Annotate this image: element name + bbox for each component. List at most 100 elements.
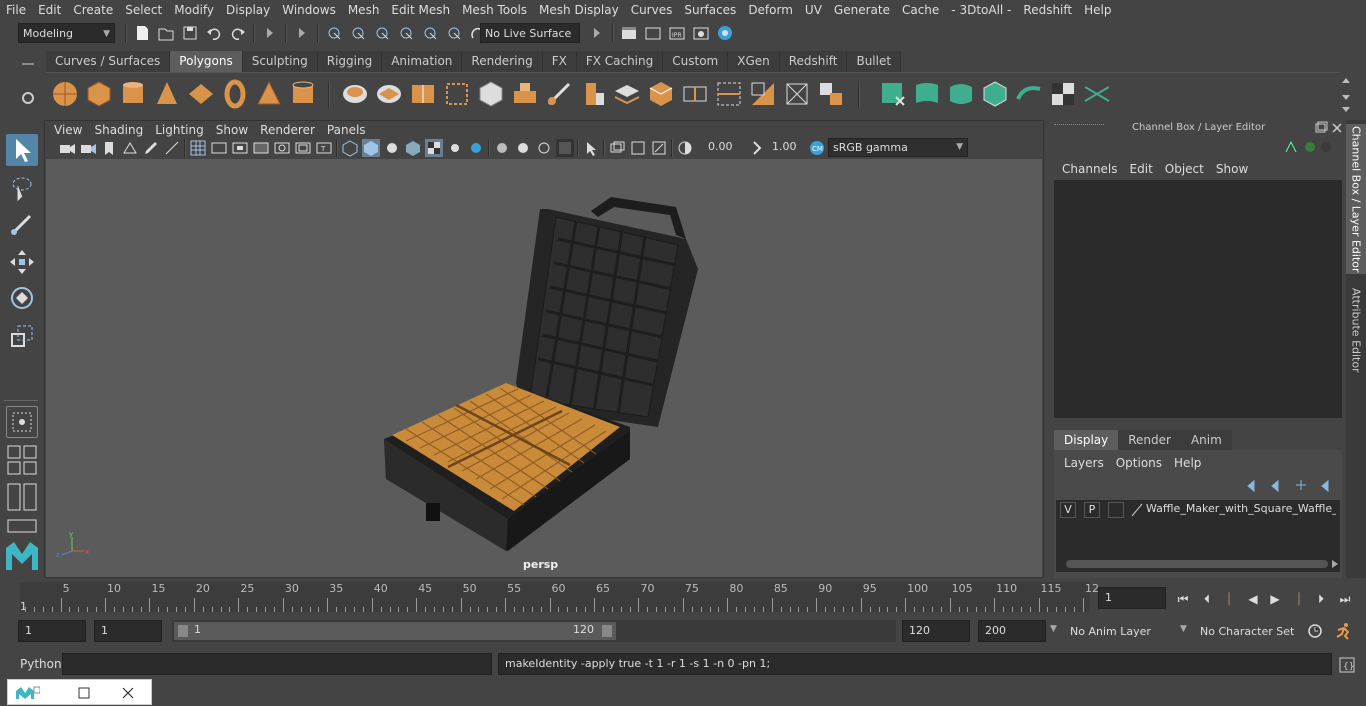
poly-cylinder-icon[interactable] <box>118 79 148 109</box>
snap-view-icon[interactable] <box>397 24 415 42</box>
snap-surface-icon[interactable] <box>421 24 439 42</box>
layout-two-icon[interactable] <box>6 482 38 512</box>
viewport-menu-renderer[interactable]: Renderer <box>254 123 321 137</box>
chevron-down-icon[interactable]: ▼ <box>1180 624 1187 634</box>
gamma-icon[interactable] <box>748 139 766 157</box>
collapse-arrow-icon[interactable] <box>293 24 311 42</box>
undo-icon[interactable] <box>205 24 223 42</box>
open-scene-icon[interactable] <box>157 24 175 42</box>
bridge-icon[interactable] <box>510 79 540 109</box>
tab-sculpting[interactable]: Sculpting <box>242 51 318 72</box>
tab-channel-box[interactable]: Channel Box / Layer Editor <box>1346 124 1366 274</box>
quad-draw-icon[interactable] <box>816 79 846 109</box>
help-menu[interactable]: Help <box>1168 456 1207 470</box>
snap-point-icon[interactable] <box>373 24 391 42</box>
channels-menu[interactable]: Channels <box>1056 162 1124 176</box>
go-to-end-button[interactable]: ⏭ <box>1336 590 1354 608</box>
tab-animation[interactable]: Animation <box>382 51 463 72</box>
menu-surfaces[interactable]: Surfaces <box>678 3 742 17</box>
connect-icon[interactable] <box>714 79 744 109</box>
snap-vertex-icon[interactable] <box>445 24 463 42</box>
layout-four-icon[interactable] <box>6 444 38 476</box>
merge-icon[interactable] <box>782 79 812 109</box>
minimize-button[interactable] <box>64 680 104 706</box>
select-tool[interactable] <box>6 134 38 166</box>
scale-tool[interactable] <box>6 320 38 352</box>
separate-icon[interactable] <box>374 79 404 109</box>
safe-title-icon[interactable]: T <box>315 139 333 157</box>
show-menu[interactable]: Show <box>1210 162 1254 176</box>
step-forward-key-button[interactable]: ⏐ <box>1290 590 1308 608</box>
menu-select[interactable]: Select <box>119 3 168 17</box>
camera-attr-icon[interactable] <box>79 139 97 157</box>
snap-grid-icon[interactable] <box>325 24 343 42</box>
grid-toggle-icon[interactable] <box>163 139 181 157</box>
ipr-render-icon[interactable]: IPR <box>668 24 686 42</box>
step-back-key-button[interactable]: ⏐ <box>1220 590 1238 608</box>
float-panel-icon[interactable] <box>1314 121 1328 135</box>
layer-visibility-toggle[interactable]: V <box>1060 502 1076 518</box>
gate-mask-icon[interactable] <box>252 139 270 157</box>
viewport-menu-show[interactable]: Show <box>210 123 254 137</box>
grease-pencil-icon[interactable] <box>142 139 160 157</box>
menu-modify[interactable]: Modify <box>168 3 220 17</box>
tab-anim[interactable]: Anim <box>1180 430 1232 450</box>
uv-planar-icon[interactable] <box>878 79 908 109</box>
gear-icon[interactable] <box>18 88 38 108</box>
tab-fx-caching[interactable]: FX Caching <box>576 51 664 72</box>
playback-end-field[interactable]: 120 <box>902 620 970 642</box>
hud-icon[interactable] <box>608 139 626 157</box>
anim-layer-dropdown[interactable]: No Anim Layer <box>1066 620 1176 642</box>
layers-menu[interactable]: Layers <box>1058 456 1110 470</box>
poly-torus-icon[interactable] <box>220 79 250 109</box>
tab-render[interactable]: Render <box>1118 430 1181 450</box>
menu-deform[interactable]: Deform <box>742 3 799 17</box>
edit-menu[interactable]: Edit <box>1124 162 1159 176</box>
tab-display[interactable]: Display <box>1054 430 1119 450</box>
field-chart-icon[interactable] <box>273 139 291 157</box>
scroll-right-icon[interactable] <box>1330 558 1340 570</box>
motion-blur-icon[interactable] <box>514 139 532 157</box>
combine-icon[interactable] <box>340 79 370 109</box>
camera-icon[interactable] <box>58 139 76 157</box>
xray-icon[interactable] <box>425 139 443 157</box>
tab-rendering[interactable]: Rendering <box>462 51 543 72</box>
lasso-tool[interactable] <box>6 172 38 204</box>
scene-start-field[interactable]: 1 <box>18 620 86 642</box>
menu-display[interactable]: Display <box>220 3 276 17</box>
close-icon[interactable] <box>1330 121 1344 135</box>
live-surface-field[interactable]: No Live Surface <box>480 23 580 43</box>
layer-playback-toggle[interactable]: P <box>1084 502 1100 518</box>
tab-attribute-editor[interactable]: Attribute Editor <box>1346 280 1366 380</box>
poly-cone-icon[interactable] <box>152 79 182 109</box>
hypershade-icon[interactable] <box>716 24 734 42</box>
tab-curves-surfaces[interactable]: Curves / Surfaces <box>46 51 171 72</box>
ambient-occlusion-icon[interactable] <box>493 139 511 157</box>
current-frame-field[interactable]: 1 <box>1098 587 1166 609</box>
render-settings-icon[interactable] <box>692 24 710 42</box>
redo-icon[interactable] <box>229 24 247 42</box>
poly-cube-icon[interactable] <box>84 79 114 109</box>
paint-select-tool[interactable] <box>6 208 38 240</box>
last-tool[interactable] <box>6 406 38 438</box>
wireframe-on-shaded-icon[interactable] <box>383 139 401 157</box>
preferences-runner-icon[interactable] <box>1334 622 1354 640</box>
menu-edit[interactable]: Edit <box>32 3 67 17</box>
smooth-icon[interactable] <box>408 79 438 109</box>
command-language[interactable]: Python <box>20 657 62 671</box>
options-menu[interactable]: Options <box>1110 456 1168 470</box>
uv-cylindrical-icon[interactable] <box>912 79 942 109</box>
layer-name[interactable]: Waffle_Maker_with_Square_Waffle_0 <box>1146 502 1336 518</box>
viewport-menu-view[interactable]: View <box>48 123 88 137</box>
tab-fx[interactable]: FX <box>542 51 577 72</box>
scene-end-field[interactable]: 200 <box>978 620 1046 642</box>
menu-generate[interactable]: Generate <box>828 3 896 17</box>
layer-scrollbar[interactable] <box>1066 560 1328 568</box>
textured-icon[interactable] <box>404 139 422 157</box>
viewport-menu-lighting[interactable]: Lighting <box>149 123 210 137</box>
collapse-arrow-icon[interactable] <box>261 24 279 42</box>
mirror-icon[interactable] <box>442 79 472 109</box>
uv-cut-icon[interactable] <box>1082 79 1112 109</box>
range-bar[interactable]: 1 120 <box>174 622 616 640</box>
shelf-scroll-icon[interactable] <box>1340 75 1352 115</box>
